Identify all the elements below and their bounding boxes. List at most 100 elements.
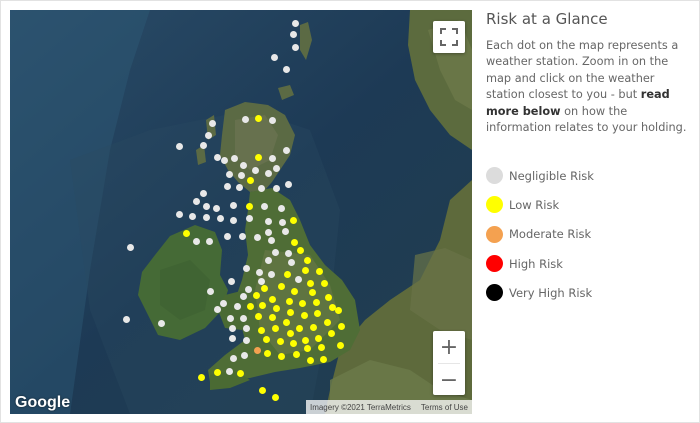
weather-station-dot[interactable] <box>264 256 272 264</box>
weather-station-dot[interactable] <box>285 297 293 305</box>
weather-station-dot[interactable] <box>229 201 237 209</box>
weather-station-dot[interactable] <box>303 256 311 264</box>
weather-station-dot[interactable] <box>320 279 328 287</box>
weather-station-dot[interactable] <box>301 266 309 274</box>
weather-station-dot[interactable] <box>327 329 335 337</box>
weather-station-dot[interactable] <box>251 166 259 174</box>
weather-station-dot[interactable] <box>284 249 292 257</box>
weather-station-dot[interactable] <box>317 343 325 351</box>
weather-station-dot[interactable] <box>241 115 249 123</box>
weather-station-dot[interactable] <box>270 53 278 61</box>
weather-station-dot[interactable] <box>271 248 279 256</box>
weather-station-dot[interactable] <box>277 352 285 360</box>
weather-station-dot[interactable] <box>289 30 297 38</box>
weather-station-dot[interactable] <box>242 264 250 272</box>
weather-station-dot[interactable] <box>263 349 271 357</box>
weather-station-dot[interactable] <box>253 233 261 241</box>
weather-station-dot[interactable] <box>260 202 268 210</box>
weather-station-dot[interactable] <box>286 308 294 316</box>
weather-station-dot[interactable] <box>298 299 306 307</box>
weather-station-dot[interactable] <box>239 292 247 300</box>
weather-station-dot[interactable] <box>324 293 332 301</box>
weather-station-dot[interactable] <box>233 302 241 310</box>
weather-station-dot[interactable] <box>202 213 210 221</box>
weather-station-dot[interactable] <box>272 304 280 312</box>
weather-station-dot[interactable] <box>291 43 299 51</box>
weather-station-dot[interactable] <box>242 336 250 344</box>
weather-station-dot[interactable] <box>213 153 221 161</box>
weather-station-dot[interactable] <box>254 153 262 161</box>
zoom-out-button[interactable]: − <box>433 364 465 396</box>
weather-station-dot[interactable] <box>237 171 245 179</box>
weather-station-dot[interactable] <box>199 189 207 197</box>
weather-station-dot[interactable] <box>300 311 308 319</box>
weather-station-dot[interactable] <box>244 285 252 293</box>
weather-station-dot[interactable] <box>257 184 265 192</box>
weather-station-dot[interactable] <box>264 169 272 177</box>
weather-station-dot[interactable] <box>205 237 213 245</box>
weather-station-dot[interactable] <box>208 119 216 127</box>
google-logo[interactable]: Google <box>15 394 70 412</box>
weather-station-dot[interactable] <box>271 324 279 332</box>
weather-station-dot[interactable] <box>229 354 237 362</box>
weather-station-dot[interactable] <box>225 170 233 178</box>
weather-station-dot[interactable] <box>272 184 280 192</box>
weather-station-dot[interactable] <box>192 197 200 205</box>
weather-station-dot[interactable] <box>228 334 236 342</box>
weather-station-dot[interactable] <box>225 367 233 375</box>
weather-station-dot[interactable] <box>239 161 247 169</box>
weather-station-dot[interactable] <box>301 336 309 344</box>
weather-station-dot[interactable] <box>268 154 276 162</box>
weather-station-dot[interactable] <box>255 268 263 276</box>
weather-station-dot[interactable] <box>287 258 295 266</box>
weather-station-dot[interactable] <box>286 329 294 337</box>
weather-station-dot[interactable] <box>202 202 210 210</box>
weather-station-dot[interactable] <box>216 214 224 222</box>
weather-station-dot[interactable] <box>271 393 279 401</box>
weather-station-dot[interactable] <box>313 309 321 317</box>
weather-station-dot[interactable] <box>306 356 314 364</box>
weather-station-dot[interactable] <box>260 284 268 292</box>
weather-station-dot[interactable] <box>272 164 280 172</box>
weather-station-dot[interactable] <box>223 232 231 240</box>
weather-station-dot[interactable] <box>238 232 246 240</box>
weather-station-dot[interactable] <box>192 237 200 245</box>
weather-station-dot[interactable] <box>229 216 237 224</box>
weather-station-dot[interactable] <box>253 346 261 354</box>
weather-station-dot[interactable] <box>268 116 276 124</box>
weather-station-dot[interactable] <box>246 302 254 310</box>
weather-station-dot[interactable] <box>262 335 270 343</box>
weather-station-dot[interactable] <box>175 210 183 218</box>
weather-station-dot[interactable] <box>258 386 266 394</box>
weather-station-dot[interactable] <box>220 156 228 164</box>
weather-station-dot[interactable] <box>257 326 265 334</box>
weather-station-dot[interactable] <box>246 176 254 184</box>
weather-station-dot[interactable] <box>240 351 248 359</box>
terms-of-use-link[interactable]: Terms of Use <box>421 403 468 412</box>
weather-station-dot[interactable] <box>212 204 220 212</box>
weather-station-dot[interactable] <box>254 114 262 122</box>
weather-station-dot[interactable] <box>267 236 275 244</box>
weather-station-dot[interactable] <box>289 339 297 347</box>
weather-station-dot[interactable] <box>157 319 165 327</box>
weather-station-dot[interactable] <box>245 214 253 222</box>
weather-station-dot[interactable] <box>295 324 303 332</box>
weather-station-dot[interactable] <box>276 337 284 345</box>
weather-station-dot[interactable] <box>254 312 262 320</box>
weather-station-dot[interactable] <box>227 277 235 285</box>
weather-station-dot[interactable] <box>284 180 292 188</box>
weather-station-dot[interactable] <box>306 279 314 287</box>
weather-station-dot[interactable] <box>226 314 234 322</box>
weather-station-dot[interactable] <box>268 313 276 321</box>
weather-station-dot[interactable] <box>197 373 205 381</box>
weather-station-dot[interactable] <box>323 318 331 326</box>
weather-station-dot[interactable] <box>245 202 253 210</box>
weather-station-dot[interactable] <box>283 270 291 278</box>
weather-station-dot[interactable] <box>314 334 322 342</box>
weather-station-dot[interactable] <box>258 301 266 309</box>
weather-station-dot[interactable] <box>199 141 207 149</box>
weather-station-dot[interactable] <box>282 318 290 326</box>
fullscreen-button[interactable] <box>433 21 465 53</box>
weather-station-dot[interactable] <box>213 305 221 313</box>
weather-station-dot[interactable] <box>239 314 247 322</box>
